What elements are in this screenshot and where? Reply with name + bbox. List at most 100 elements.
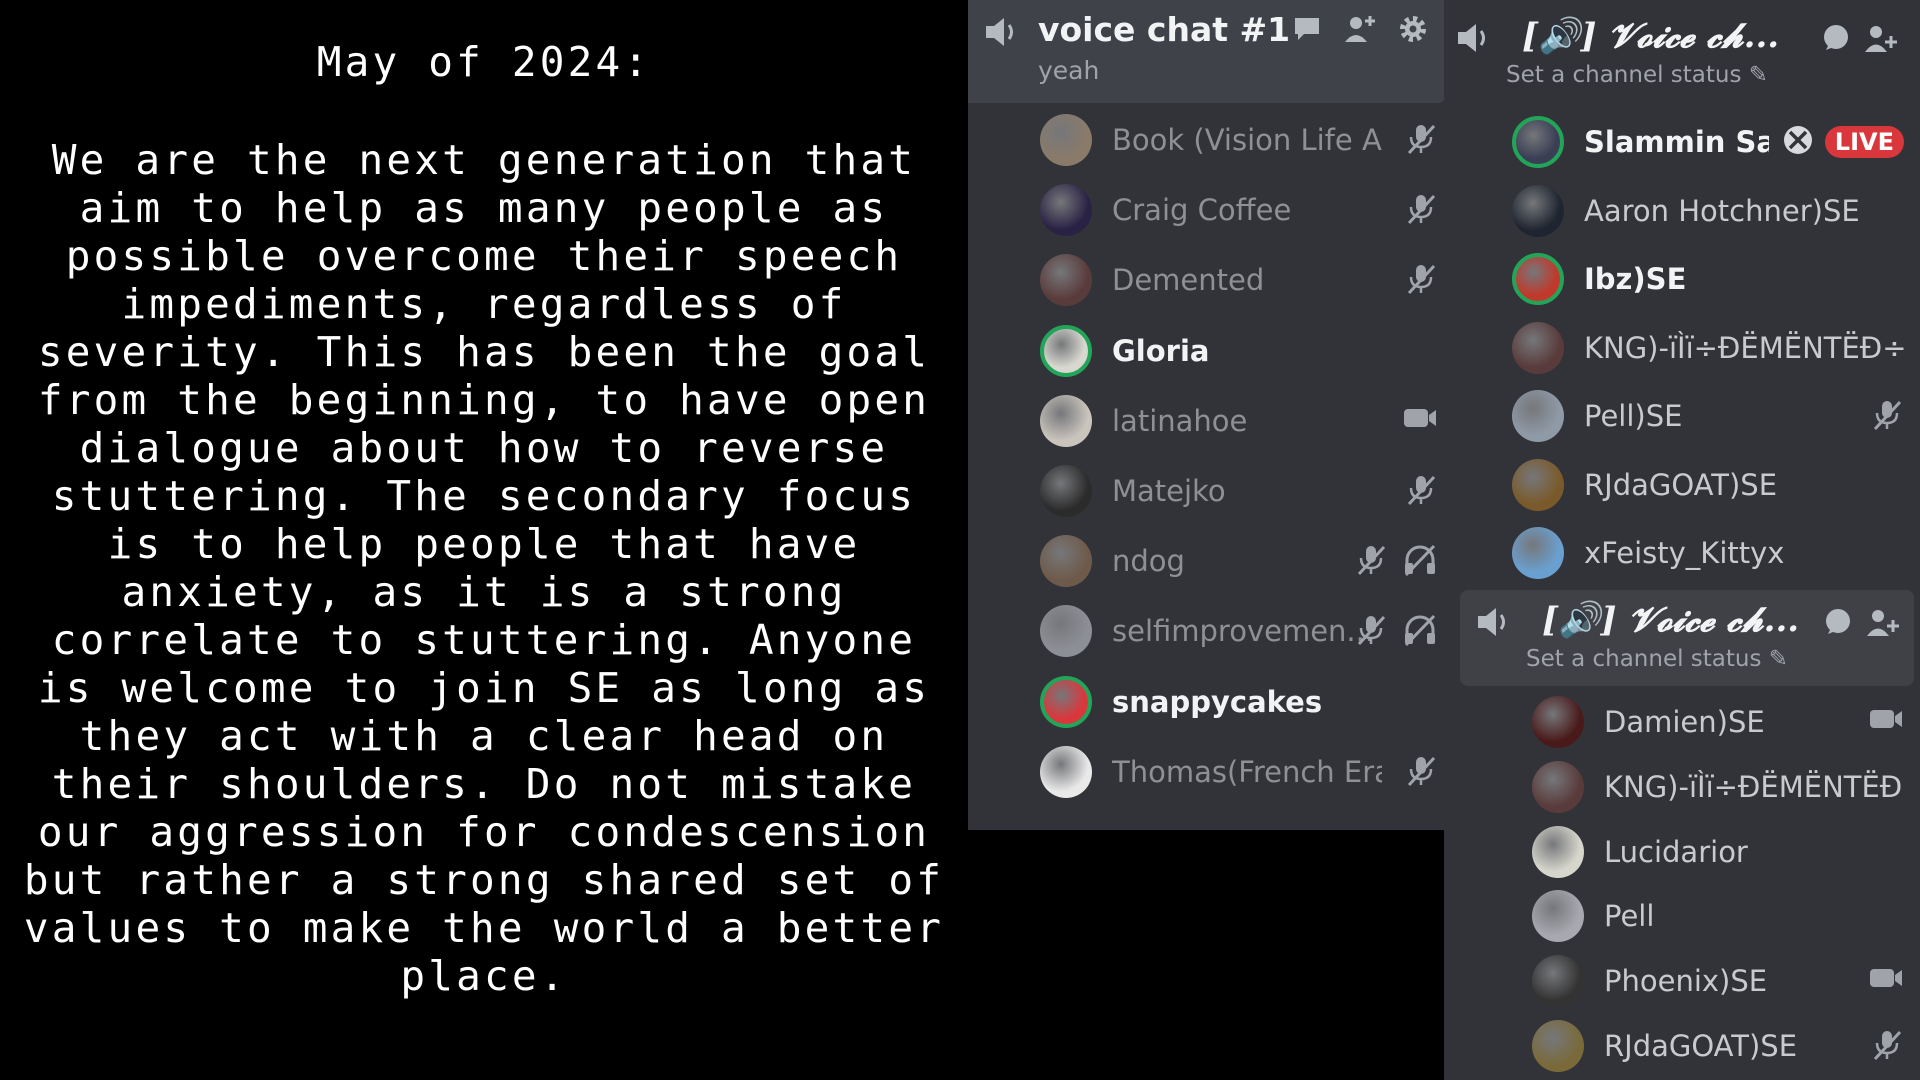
channel-status[interactable]: Set a channel status ✎ bbox=[1506, 62, 1768, 88]
mic-muted-icon bbox=[1404, 473, 1438, 511]
chat-bubble-icon[interactable] bbox=[1292, 14, 1322, 48]
statement-body: We are the next generation that aim to h… bbox=[23, 136, 945, 1000]
avatar[interactable] bbox=[1532, 1020, 1584, 1072]
avatar[interactable] bbox=[1512, 527, 1564, 579]
live-badge[interactable]: LIVE bbox=[1824, 126, 1904, 158]
voice-member-row[interactable]: snappycakes bbox=[1040, 674, 1438, 730]
voice-member-row[interactable]: Thomas(French Era) bbox=[1040, 744, 1438, 800]
voice-member-row[interactable]: KNG)-ïÌï÷ĐËMËNTËĐ÷... bbox=[1532, 759, 1904, 815]
voice-member-row[interactable]: RJdaGOAT)SE bbox=[1532, 1018, 1904, 1074]
avatar[interactable] bbox=[1512, 253, 1564, 305]
voice-member-row[interactable]: Pell bbox=[1532, 888, 1904, 944]
channel-status-label: Set a channel status bbox=[1526, 646, 1762, 672]
voice-member-row[interactable]: Gloria bbox=[1040, 323, 1438, 379]
voice-state-icons bbox=[1404, 192, 1438, 230]
member-name: Phoenix)SE bbox=[1604, 964, 1768, 999]
voice-member-row[interactable]: Pell)SE bbox=[1512, 388, 1904, 444]
voice-member-row[interactable]: Aaron Hotchner)SE bbox=[1512, 183, 1904, 239]
avatar[interactable] bbox=[1040, 535, 1092, 588]
avatar[interactable] bbox=[1532, 825, 1584, 878]
voice-member-row[interactable]: Demented bbox=[1040, 252, 1438, 308]
video-camera-icon bbox=[1402, 403, 1438, 437]
voice-state-icons bbox=[1404, 473, 1438, 511]
avatar[interactable] bbox=[1512, 458, 1564, 511]
voice-member-row[interactable]: Book (Vision Life A... bbox=[1040, 112, 1438, 168]
mic-muted-icon bbox=[1404, 262, 1438, 300]
member-name: Pell)SE bbox=[1584, 399, 1683, 433]
avatar[interactable] bbox=[1532, 760, 1584, 813]
headset-deafened-icon bbox=[1402, 613, 1438, 651]
invite-user-icon[interactable] bbox=[1866, 606, 1900, 644]
voice-member-row[interactable]: KNG)-ïÌï÷ĐËMËNTËĐ÷... bbox=[1512, 320, 1904, 376]
voice-member-row[interactable]: selfimprovemen... bbox=[1040, 603, 1438, 659]
voice-chat-1-header[interactable]: voice chat #1 yeah bbox=[968, 0, 1446, 103]
statement-heading: May of 2024: bbox=[316, 38, 652, 86]
invite-user-icon[interactable] bbox=[1344, 14, 1376, 48]
voice-member-row[interactable]: RJdaGOAT)SE bbox=[1512, 457, 1904, 513]
member-name: Thomas(French Era) bbox=[1112, 754, 1382, 789]
voice-state-icons bbox=[1354, 543, 1438, 581]
pencil-icon: ✎ bbox=[1748, 62, 1769, 88]
voice-member-row[interactable]: Matejko bbox=[1040, 463, 1438, 519]
avatar[interactable] bbox=[1532, 890, 1584, 943]
voice-member-row[interactable]: latinahoe bbox=[1040, 393, 1438, 449]
mic-muted-icon bbox=[1870, 398, 1904, 432]
avatar[interactable] bbox=[1532, 955, 1584, 1008]
avatar[interactable] bbox=[1512, 184, 1564, 237]
voice-state-icons bbox=[1354, 613, 1438, 651]
avatar[interactable] bbox=[1532, 696, 1584, 748]
video-camera-icon bbox=[1868, 963, 1904, 993]
avatar[interactable] bbox=[1512, 321, 1564, 374]
console-controller-icon bbox=[1781, 123, 1815, 161]
pencil-icon: ✎ bbox=[1768, 646, 1789, 672]
member-name: Craig Coffee bbox=[1112, 193, 1292, 228]
voice-state-icons bbox=[1404, 754, 1438, 792]
voice-member-row[interactable]: Damien)SE bbox=[1532, 694, 1904, 750]
channel-status: yeah bbox=[1038, 56, 1100, 85]
member-name: Demented bbox=[1112, 263, 1265, 298]
mic-muted-icon bbox=[1404, 122, 1438, 160]
voice-state-icons bbox=[1404, 122, 1438, 160]
voice-member-row[interactable]: Lucidarior bbox=[1532, 824, 1904, 880]
member-name: Aaron Hotchner)SE bbox=[1584, 193, 1860, 228]
speaker-icon bbox=[982, 14, 1022, 54]
member-name: ndog bbox=[1112, 544, 1185, 579]
avatar[interactable] bbox=[1040, 324, 1092, 377]
voice-state-icons bbox=[1402, 403, 1438, 437]
mic-muted-icon bbox=[1354, 543, 1388, 581]
gear-icon[interactable] bbox=[1398, 14, 1428, 48]
member-name: RJdaGOAT)SE bbox=[1604, 1029, 1798, 1063]
avatar[interactable] bbox=[1040, 394, 1092, 447]
member-name: Book (Vision Life A... bbox=[1112, 123, 1382, 157]
avatar[interactable] bbox=[1040, 184, 1092, 237]
speaker-icon bbox=[1474, 604, 1514, 644]
mic-muted-icon bbox=[1404, 754, 1438, 792]
avatar[interactable] bbox=[1040, 745, 1092, 798]
avatar[interactable] bbox=[1040, 465, 1092, 517]
chat-bubble-icon[interactable] bbox=[1822, 606, 1854, 642]
avatar[interactable] bbox=[1040, 254, 1092, 307]
voice-member-row[interactable]: Craig Coffee bbox=[1040, 182, 1438, 238]
mic-muted-icon bbox=[1404, 192, 1438, 230]
voice-member-row[interactable]: Ibz)SE bbox=[1512, 251, 1904, 307]
avatar[interactable] bbox=[1512, 116, 1564, 168]
chat-bubble-icon[interactable] bbox=[1820, 22, 1852, 58]
invite-user-icon[interactable] bbox=[1864, 22, 1898, 60]
avatar[interactable] bbox=[1040, 675, 1092, 728]
member-name: Matejko bbox=[1112, 474, 1226, 508]
member-name: RJdaGOAT)SE bbox=[1584, 467, 1778, 502]
avatar[interactable] bbox=[1040, 605, 1092, 658]
member-name: Lucidarior bbox=[1604, 834, 1748, 869]
member-name: Gloria bbox=[1112, 333, 1210, 368]
avatar[interactable] bbox=[1512, 390, 1564, 442]
member-name: snappycakes bbox=[1112, 684, 1323, 719]
voice-member-row[interactable]: xFeisty_Kittyx bbox=[1512, 525, 1904, 581]
voice-member-row[interactable]: Phoenix)SE bbox=[1532, 953, 1904, 1009]
channel-status-label: Set a channel status bbox=[1506, 62, 1742, 88]
avatar[interactable] bbox=[1040, 114, 1092, 166]
voice-member-row[interactable]: ndog bbox=[1040, 533, 1438, 589]
voice-member-row[interactable]: Slammin Sa... LIVE bbox=[1512, 114, 1904, 170]
mic-muted-icon bbox=[1354, 613, 1388, 651]
channel-status[interactable]: Set a channel status ✎ bbox=[1526, 646, 1788, 672]
member-name: selfimprovemen... bbox=[1112, 614, 1375, 649]
